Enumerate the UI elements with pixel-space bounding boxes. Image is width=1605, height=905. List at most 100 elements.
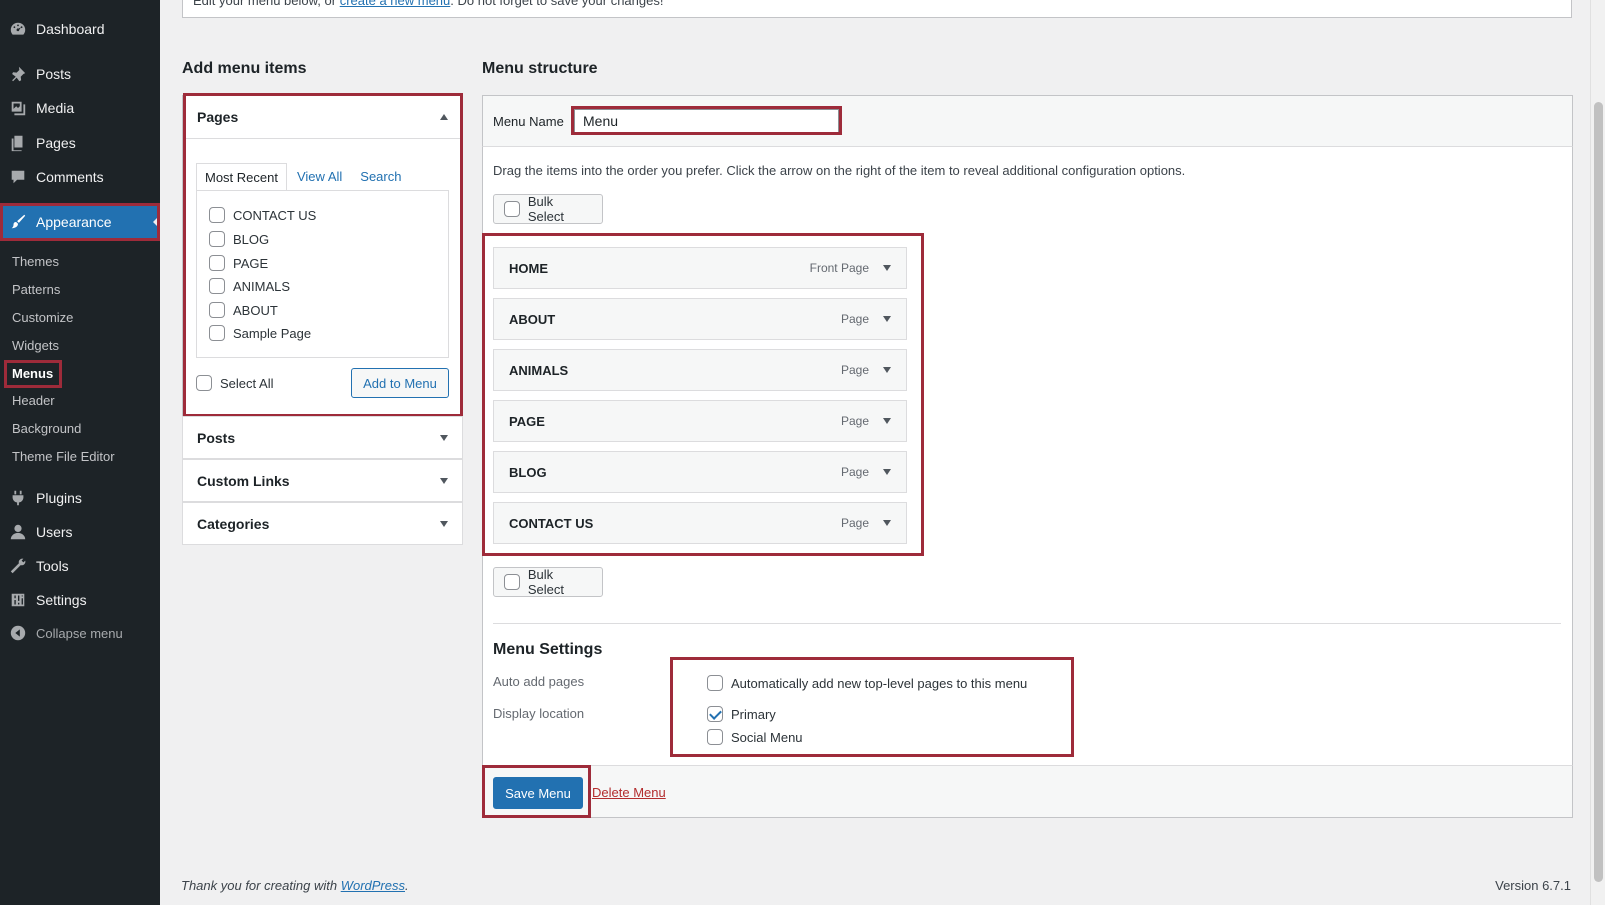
social-menu-location-checkbox[interactable]	[707, 729, 723, 745]
chevron-down-icon[interactable]	[883, 265, 891, 271]
page-checkbox[interactable]	[209, 302, 225, 318]
menu-item-title: HOME	[509, 260, 548, 276]
chevron-down-icon[interactable]	[883, 469, 891, 475]
chevron-down-icon[interactable]	[883, 418, 891, 424]
sidebar-item-posts[interactable]: Posts	[0, 57, 160, 91]
page-checkbox-label: PAGE	[233, 255, 269, 271]
delete-menu-link[interactable]: Delete Menu	[592, 785, 666, 800]
auto-add-option-label: Automatically add new top-level pages to…	[731, 675, 1028, 691]
auto-add-checkbox[interactable]	[707, 675, 723, 691]
admin-sidebar: Dashboard Posts Media Pages Comments App…	[0, 0, 160, 905]
sidebar-item-comments[interactable]: Comments	[0, 160, 160, 194]
page-checkbox-row[interactable]: PAGE	[209, 255, 268, 271]
create-new-menu-link[interactable]: create a new menu	[340, 0, 451, 8]
sidebar-item-users[interactable]: Users	[0, 515, 160, 549]
wordpress-link[interactable]: WordPress	[341, 878, 405, 893]
bulk-select-top-button[interactable]: Bulk Select	[493, 194, 603, 224]
location-primary-row[interactable]: Primary	[707, 706, 776, 722]
page-checkbox-row[interactable]: ANIMALS	[209, 278, 290, 294]
sidebar-item-label: Settings	[36, 592, 87, 608]
wrench-icon	[0, 557, 36, 575]
dashboard-icon	[0, 20, 36, 38]
menu-item-type: Page	[840, 363, 869, 377]
select-all-row[interactable]: Select All	[196, 375, 273, 391]
menu-item-about[interactable]: ABOUT Page	[493, 298, 907, 340]
sidebar-item-label: Appearance	[36, 214, 112, 230]
categories-accordion-toggle[interactable]: Categories	[182, 502, 463, 545]
menu-item-home[interactable]: HOME Front Page	[493, 247, 907, 289]
menu-item-type: Page	[840, 312, 869, 326]
submenu-widgets[interactable]: Widgets	[12, 338, 59, 353]
page-scrollbar[interactable]	[1590, 0, 1605, 905]
posts-accordion-toggle[interactable]: Posts	[182, 416, 463, 459]
page-checkbox-label: CONTACT US	[233, 207, 317, 223]
submenu-header[interactable]: Header	[12, 393, 55, 408]
menu-item-title: BLOG	[509, 464, 547, 480]
auto-add-row[interactable]: Automatically add new top-level pages to…	[707, 675, 1027, 691]
page-checkbox[interactable]	[209, 255, 225, 271]
menu-item-animals[interactable]: ANIMALS Page	[493, 349, 907, 391]
submenu-theme-file-editor[interactable]: Theme File Editor	[12, 449, 115, 464]
primary-location-label: Primary	[731, 706, 776, 722]
submenu-customize[interactable]: Customize	[12, 310, 73, 325]
pages-accordion-toggle[interactable]: Pages	[183, 96, 462, 139]
page-checkbox-row[interactable]: CONTACT US	[209, 207, 316, 223]
tab-most-recent[interactable]: Most Recent	[196, 163, 287, 192]
chevron-down-icon[interactable]	[883, 367, 891, 373]
bulk-select-checkbox[interactable]	[504, 201, 520, 217]
page-checkbox-row[interactable]: ABOUT	[209, 302, 278, 318]
menu-item-contact-us[interactable]: CONTACT US Page	[493, 502, 907, 544]
sidebar-item-pages[interactable]: Pages	[0, 126, 160, 160]
custom-links-accordion-toggle[interactable]: Custom Links	[182, 459, 463, 502]
media-icon	[0, 99, 36, 117]
menu-item-title: ABOUT	[509, 311, 556, 327]
pushpin-icon	[0, 65, 36, 83]
menu-name-input[interactable]: Menu	[574, 109, 839, 134]
sidebar-item-plugins[interactable]: Plugins	[0, 481, 160, 515]
display-location-label: Display location	[493, 706, 585, 721]
plugin-icon	[0, 489, 36, 507]
sidebar-item-settings[interactable]: Settings	[0, 583, 160, 617]
menu-item-blog[interactable]: BLOG Page	[493, 451, 907, 493]
users-icon	[0, 523, 36, 541]
menu-item-title: PAGE	[509, 413, 545, 429]
sidebar-item-dashboard[interactable]: Dashboard	[0, 12, 160, 46]
sidebar-item-media[interactable]: Media	[0, 91, 160, 125]
collapse-menu-button[interactable]: Collapse menu	[0, 616, 160, 650]
tab-view-all[interactable]: View All	[289, 163, 350, 192]
primary-location-checkbox[interactable]	[707, 706, 723, 722]
categories-section-title: Categories	[197, 515, 270, 532]
menu-item-page[interactable]: PAGE Page	[493, 400, 907, 442]
collapse-icon	[0, 624, 36, 642]
menu-structure-heading: Menu structure	[482, 60, 598, 77]
chevron-down-icon[interactable]	[883, 316, 891, 322]
submenu-menus[interactable]: Menus	[12, 366, 53, 381]
sidebar-item-appearance[interactable]: Appearance	[0, 205, 160, 239]
sidebar-item-label: Dashboard	[36, 21, 105, 37]
submenu-background[interactable]: Background	[12, 421, 81, 436]
sidebar-item-tools[interactable]: Tools	[0, 549, 160, 583]
page-checkbox-row[interactable]: Sample Page	[209, 325, 311, 341]
page-checkbox[interactable]	[209, 278, 225, 294]
menu-settings-heading: Menu Settings	[493, 641, 603, 658]
chevron-down-icon[interactable]	[883, 520, 891, 526]
submenu-patterns[interactable]: Patterns	[12, 282, 60, 297]
location-social-row[interactable]: Social Menu	[707, 729, 803, 745]
paintbrush-icon	[0, 213, 36, 231]
tab-search[interactable]: Search	[352, 163, 409, 192]
add-to-menu-button[interactable]: Add to Menu	[351, 368, 449, 398]
submenu-themes[interactable]: Themes	[12, 254, 59, 269]
scrollbar-thumb[interactable]	[1594, 102, 1603, 882]
save-menu-button[interactable]: Save Menu	[493, 777, 583, 809]
page-checkbox[interactable]	[209, 207, 225, 223]
bulk-select-bottom-button[interactable]: Bulk Select	[493, 567, 603, 597]
bulk-select-checkbox[interactable]	[504, 574, 520, 590]
page-checkbox-label: Sample Page	[233, 325, 312, 341]
page-checkbox-label: ANIMALS	[233, 278, 291, 294]
footer-thanks-end: .	[405, 878, 409, 893]
chevron-down-icon	[440, 520, 448, 527]
select-all-checkbox[interactable]	[196, 375, 212, 391]
page-checkbox-row[interactable]: BLOG	[209, 231, 269, 247]
page-checkbox[interactable]	[209, 325, 225, 341]
page-checkbox[interactable]	[209, 231, 225, 247]
